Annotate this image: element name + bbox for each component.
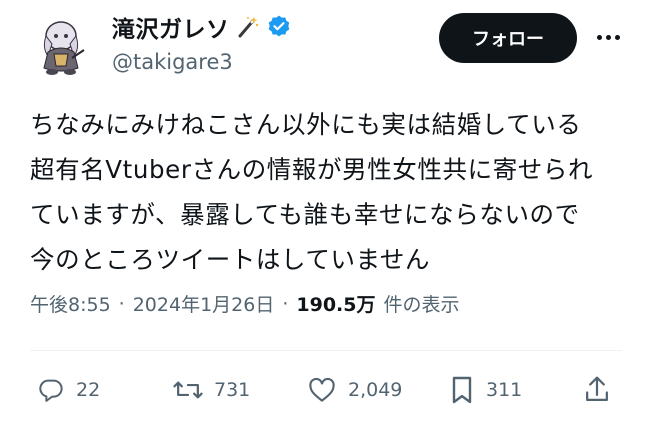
retweet-button[interactable]: 731	[172, 370, 250, 410]
tweet-metadata: 午後8:55 · 2024年1月26日 · 190.5万 件の表示	[30, 290, 460, 317]
meta-separator: ·	[118, 292, 125, 315]
tweet-line: ていますが、暴露しても誰も幸せにならないので	[30, 200, 580, 229]
meta-separator: ·	[282, 292, 289, 315]
avatar-illustration	[43, 21, 85, 75]
divider	[30, 350, 622, 351]
bookmark-icon	[448, 374, 476, 406]
verified-badge-icon[interactable]	[266, 14, 292, 40]
retweet-count: 731	[214, 379, 251, 401]
more-icon[interactable]	[590, 24, 626, 50]
follow-button[interactable]: フォロー	[439, 13, 577, 63]
avatar[interactable]	[28, 14, 94, 80]
tweet-date[interactable]: 2024年1月26日	[133, 290, 275, 317]
tweet-time[interactable]: 午後8:55	[30, 290, 111, 317]
bookmark-count: 311	[486, 379, 523, 401]
retweet-icon	[172, 375, 204, 405]
tweet-line: 今のところツイートはしていません	[30, 245, 431, 274]
reply-count: 22	[76, 379, 101, 401]
display-name[interactable]: 滝沢ガレソ	[112, 10, 230, 44]
like-icon	[306, 375, 338, 405]
tweet-text: ちなみにみけねこさん以外にも実は結婚している 超有名Vtuberさんの情報が男性…	[30, 102, 630, 282]
share-icon	[582, 374, 612, 406]
view-count-label: 件の表示	[383, 294, 460, 316]
wand-icon	[236, 15, 260, 39]
tweet-line: ちなみにみけねこさん以外にも実は結婚している	[30, 110, 582, 139]
view-count: 190.5万	[296, 294, 376, 316]
like-count: 2,049	[348, 379, 403, 401]
like-button[interactable]: 2,049	[306, 370, 402, 410]
share-button[interactable]	[582, 370, 612, 410]
author-name-row[interactable]: 滝沢ガレソ	[112, 10, 292, 44]
reply-button[interactable]: 22	[36, 370, 100, 410]
user-handle[interactable]: @takigare3	[112, 50, 233, 74]
action-bar: 22 731 2,049 311	[36, 370, 616, 410]
tweet-line: 超有名Vtuberさんの情報が男性女性共に寄せられ	[30, 155, 594, 184]
bookmark-button[interactable]: 311	[448, 370, 522, 410]
reply-icon	[36, 375, 66, 405]
